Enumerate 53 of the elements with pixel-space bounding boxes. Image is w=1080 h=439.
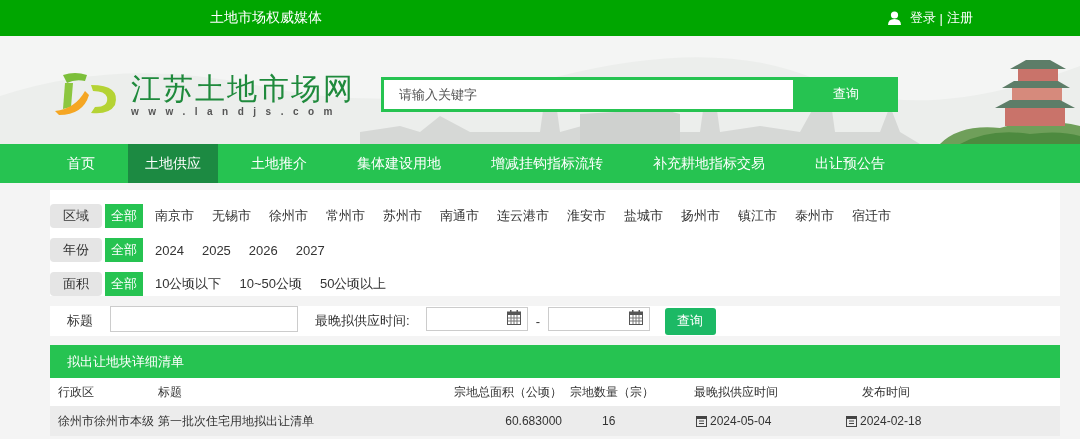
filter-option[interactable]: 宿迁市 (846, 204, 897, 228)
column-header: 发布时间 (861, 383, 911, 401)
filter-option[interactable]: 2024 (149, 238, 190, 262)
table-cell-text: 第一批次住宅用地拟出让清单 (158, 412, 315, 430)
search-field[interactable]: 请输入关键字 (384, 79, 793, 109)
filter-option[interactable]: 南通市 (434, 204, 485, 228)
filter-option[interactable]: 2027 (289, 238, 331, 262)
column-header: 标题 (158, 383, 183, 401)
list-title: 拟出让地块详细清单 (67, 352, 184, 371)
calendar-icon (696, 415, 707, 427)
table-cell-text: 徐州市徐州市本级 (58, 412, 155, 430)
site-url: www.landjs.com (131, 105, 343, 117)
filter-option[interactable]: 镇江市 (732, 204, 783, 228)
field-label: 最晚拟供应时间: (315, 312, 410, 330)
nav-tab[interactable]: 土地供应 (128, 144, 218, 183)
filter-option[interactable]: 徐州市 (263, 204, 314, 228)
column-header: 最晚拟供应时间 (694, 383, 779, 401)
calendar-icon (628, 310, 643, 325)
user-icon (887, 11, 901, 25)
calendar-icon (506, 310, 521, 325)
column-header: 宗地数量（宗） (569, 383, 655, 401)
table-cell: 2024-02-18 (860, 414, 922, 428)
filter-label: 面积 (50, 272, 102, 296)
site-title: 江苏土地市场网 (131, 71, 355, 106)
filter-label: 年份 (50, 238, 102, 262)
filter-option[interactable]: 泰州市 (789, 204, 840, 228)
table-cell-text: 16 (601, 414, 617, 428)
filter-option[interactable]: 无锡市 (206, 204, 257, 228)
filter-option[interactable]: 苏州市 (377, 204, 428, 228)
table-cell: 2024-05-04 (710, 414, 772, 428)
column-header: 宗地总面积（公顷） (453, 383, 562, 401)
filter-option[interactable]: 2026 (242, 238, 284, 262)
filter-option[interactable]: 10~50公顷 (233, 272, 308, 296)
filter-option[interactable]: 2025 (195, 238, 237, 262)
separator: | (939, 10, 943, 26)
table-cell-text: 60.683000 (504, 414, 562, 428)
title-field[interactable] (110, 306, 298, 332)
filter-option[interactable]: 连云港市 (491, 204, 555, 228)
filter-option[interactable]: 盐城市 (618, 204, 669, 228)
filter-option[interactable]: 常州市 (320, 204, 371, 228)
filter-option[interactable]: 10公顷以下 (149, 272, 228, 296)
calendar-icon (846, 415, 857, 427)
date-field[interactable] (547, 307, 650, 331)
filter-option[interactable]: 南京市 (149, 204, 200, 228)
field-label: 标题 (67, 312, 93, 330)
slogan: 土地市场权威媒体 (210, 9, 322, 27)
date-field[interactable] (425, 307, 528, 331)
range-separator: - (535, 313, 540, 329)
filter-option[interactable]: 淮安市 (561, 204, 612, 228)
filter-option[interactable]: 50公顷以上 (314, 272, 393, 296)
filter-option[interactable]: 扬州市 (675, 204, 726, 228)
column-header: 行政区 (58, 383, 95, 401)
filter-label: 区域 (50, 204, 102, 228)
